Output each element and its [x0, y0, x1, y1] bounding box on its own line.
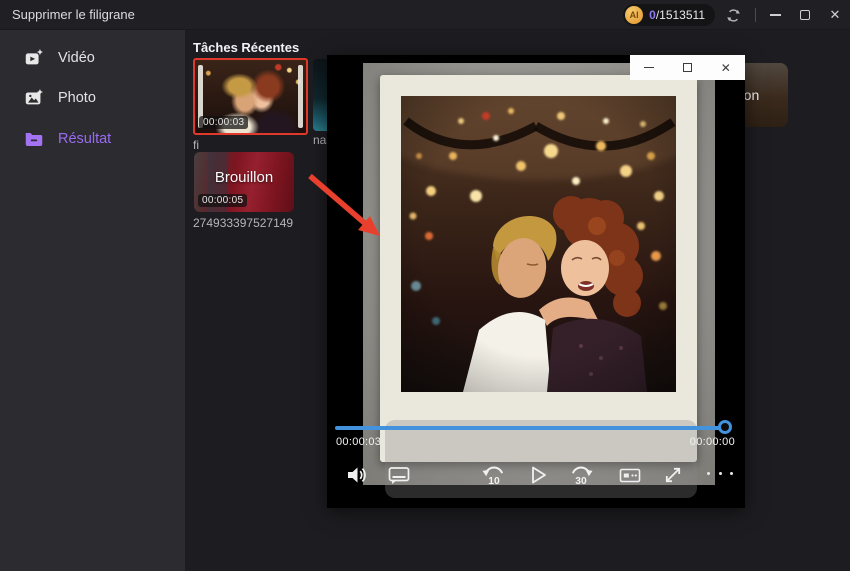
task-filename: fi	[193, 138, 199, 152]
forward-seconds-label: 30	[575, 476, 587, 487]
task-thumbnail-selected[interactable]: 00:00:03	[193, 58, 308, 135]
rewind-10-icon[interactable]: 10	[479, 460, 509, 490]
snapshot-icon[interactable]	[615, 460, 645, 490]
draft-label: Brouillon	[194, 169, 294, 186]
video-frame-photo	[401, 96, 676, 392]
player-close-button[interactable]: ✕	[707, 55, 745, 80]
task-filename: 274933397527149	[193, 216, 293, 230]
duration-badge: 00:00:03	[199, 116, 248, 129]
progress-bar[interactable]	[335, 426, 725, 430]
maximize-button[interactable]	[790, 0, 820, 30]
player-minimize-button[interactable]	[630, 55, 668, 80]
time-end: 00:00:00	[690, 436, 735, 448]
duration-badge: 00:00:05	[198, 194, 247, 207]
app-window: Supprimer le filigrane AI 0 /1513511 ✕	[0, 0, 850, 571]
window-title: Supprimer le filigrane	[12, 7, 135, 22]
sidebar-item-label: Photo	[58, 90, 96, 106]
subtitle-icon[interactable]	[384, 460, 414, 490]
play-button[interactable]	[523, 460, 553, 490]
sidebar-item-label: Résultat	[58, 131, 111, 147]
progress-handle[interactable]	[718, 420, 732, 434]
ai-credits-badge[interactable]: AI 0 /1513511	[623, 4, 715, 26]
sidebar: Vidéo Photo Résultat	[0, 30, 185, 571]
player-maximize-button[interactable]	[668, 55, 706, 80]
sidebar-item-video[interactable]: Vidéo	[0, 38, 185, 78]
photo-icon	[22, 86, 46, 110]
sidebar-item-label: Vidéo	[58, 50, 95, 66]
task-filename: na	[313, 133, 326, 147]
polaroid-frame	[380, 75, 697, 462]
main-area: Tâches Récentes 00:00:03 fi na Brouillon…	[185, 30, 850, 571]
sidebar-item-photo[interactable]: Photo	[0, 78, 185, 118]
minimize-button[interactable]	[760, 0, 790, 30]
task-thumbnail-draft[interactable]: Brouillon 00:00:05	[194, 152, 294, 212]
fullscreen-icon[interactable]	[658, 460, 688, 490]
film-strip-bar	[298, 65, 303, 128]
minimize-icon	[644, 67, 654, 69]
player-titlebar: ✕	[630, 55, 745, 80]
volume-icon[interactable]	[341, 460, 371, 490]
video-player-window: 00:00:03 00:00:00	[327, 55, 745, 508]
maximize-icon	[683, 63, 692, 72]
time-current: 00:00:03	[336, 436, 381, 448]
refresh-icon[interactable]	[721, 3, 745, 27]
minimize-icon	[770, 14, 781, 16]
maximize-icon	[800, 10, 810, 20]
credits-used: 0	[649, 8, 656, 22]
more-options-icon[interactable]	[707, 472, 733, 475]
titlebar: Supprimer le filigrane AI 0 /1513511 ✕	[0, 0, 850, 30]
titlebar-divider	[755, 8, 756, 22]
section-title: Tâches Récentes	[193, 40, 299, 55]
forward-30-icon[interactable]: 30	[566, 460, 596, 490]
folder-icon	[22, 127, 46, 151]
close-button[interactable]: ✕	[820, 0, 850, 30]
sidebar-item-result[interactable]: Résultat	[0, 119, 185, 159]
video-icon	[22, 46, 46, 70]
credits-total: /1513511	[656, 8, 705, 22]
ai-coin-icon: AI	[625, 6, 643, 24]
rewind-seconds-label: 10	[488, 476, 500, 487]
